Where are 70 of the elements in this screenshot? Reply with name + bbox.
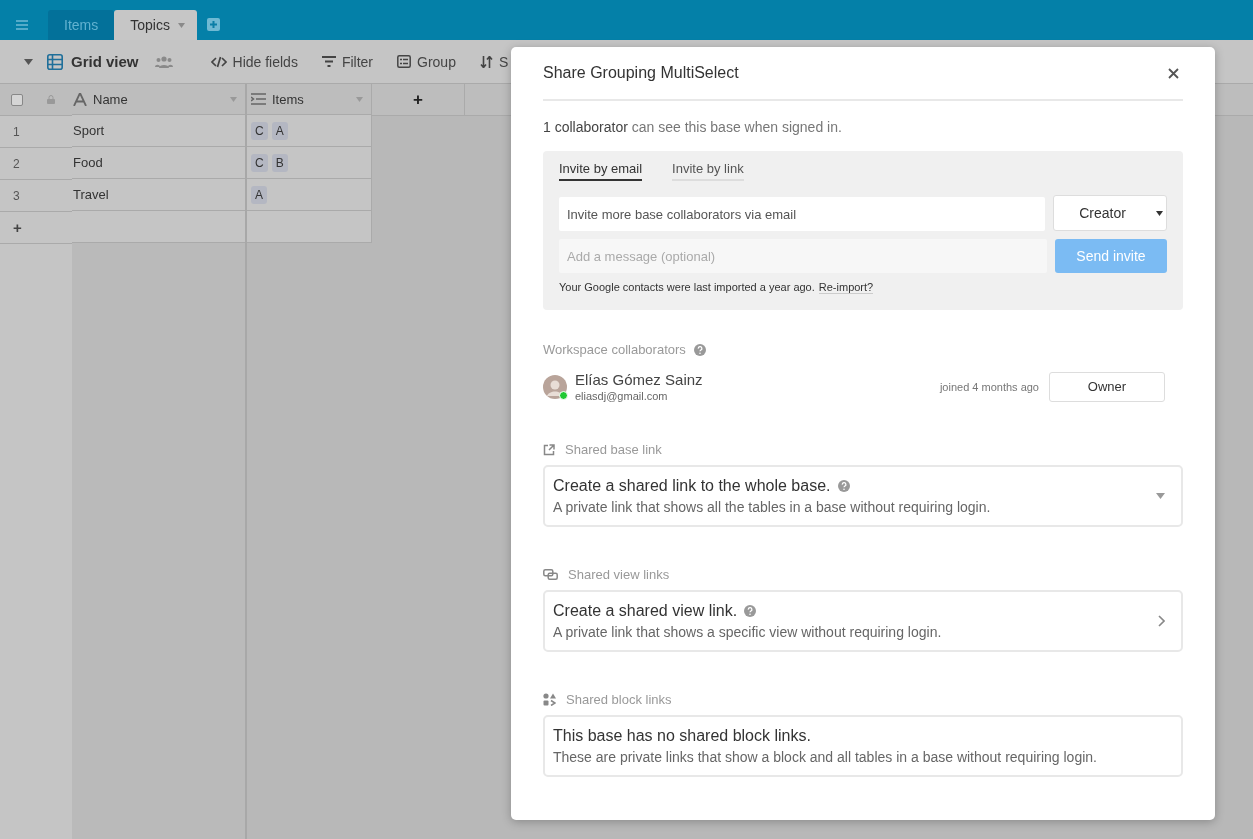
- caret-icon[interactable]: [1156, 493, 1165, 499]
- section-heading: Shared block links: [566, 692, 672, 707]
- external-link-icon: [543, 443, 555, 456]
- caret-icon: [1155, 210, 1163, 216]
- caret-icon[interactable]: [177, 22, 185, 28]
- message-field[interactable]: Add a message (optional): [559, 239, 1047, 273]
- select-all-checkbox[interactable]: [11, 93, 23, 106]
- invite-tab[interactable]: Invite by link: [672, 159, 744, 181]
- toolbar-button[interactable]: Filter: [321, 53, 374, 70]
- card-description: A private link that shows all the tables in a base without requiring login.: [553, 499, 992, 515]
- card-description: A private link that shows a specific view without requiring login.: [553, 624, 943, 640]
- dialog-title: Share Grouping MultiSelect: [543, 64, 739, 82]
- column-header[interactable]: Items: [247, 84, 371, 115]
- column-header[interactable]: Name: [72, 84, 245, 115]
- share-link-card[interactable]: Create a shared view link. A private link that shows a specific view without requiring login.: [543, 590, 1183, 652]
- option-tag: C: [251, 153, 268, 172]
- code-icon: [210, 55, 227, 68]
- table-tab[interactable]: Topics: [114, 10, 197, 40]
- people-icon[interactable]: [154, 55, 173, 68]
- toolbar-button[interactable]: S: [479, 53, 509, 70]
- close-icon[interactable]: [1168, 67, 1179, 79]
- option-tag: A: [251, 185, 267, 204]
- help-icon[interactable]: [837, 480, 850, 492]
- row-number: 3: [13, 188, 20, 203]
- row-number: 1: [13, 124, 20, 139]
- row-number: 2: [13, 156, 20, 171]
- card-description: These are private links that show a block and all tables in a base without requiring login.: [553, 749, 1098, 765]
- option-tag: C: [251, 121, 268, 140]
- view-name[interactable]: Grid view: [71, 53, 139, 70]
- add-field-button[interactable]: +: [413, 89, 423, 110]
- invite-tab[interactable]: Invite by email: [559, 159, 643, 181]
- avatar: [543, 374, 567, 399]
- list-field-icon: [251, 93, 266, 105]
- caret-icon[interactable]: [24, 58, 33, 65]
- add-row-button[interactable]: +: [13, 219, 22, 236]
- collaborator-name: Elías Gómez Sainz: [575, 371, 704, 388]
- help-icon[interactable]: [693, 343, 706, 356]
- lock-icon: [47, 95, 55, 104]
- collaborator-summary: 1 collaborator can see this base when signed in.: [543, 119, 843, 135]
- toolbar-button[interactable]: Group: [397, 53, 456, 70]
- section-heading: Shared view links: [568, 567, 670, 582]
- option-tag: A: [271, 121, 288, 140]
- help-icon[interactable]: [744, 605, 757, 617]
- filter-icon: [321, 56, 336, 67]
- chevron-right-icon[interactable]: [1158, 615, 1165, 627]
- card-title: This base has no shared block links.: [553, 727, 811, 745]
- role-dropdown[interactable]: Creator: [1053, 195, 1167, 231]
- sort-icon: [479, 55, 493, 68]
- table-cell: Food: [72, 147, 245, 179]
- share-link-card[interactable]: Create a shared link to the whole base. A private link that shows all the tables in a base without requiring login.: [543, 465, 1183, 527]
- table-cell: Sport: [72, 115, 245, 147]
- toolbar-button[interactable]: Hide fields: [210, 53, 298, 70]
- add-table-icon[interactable]: [206, 18, 220, 31]
- section-heading: Workspace collaborators: [543, 342, 686, 357]
- text-field-icon: [73, 92, 87, 106]
- email-field[interactable]: Invite more base collaborators via email: [559, 197, 1045, 231]
- blocks-icon: [543, 693, 556, 706]
- table-cell: Travel: [72, 179, 245, 211]
- list-box-icon: [397, 55, 412, 68]
- linked-squares-icon: [543, 569, 558, 580]
- collaborator-email: eliasdj@gmail.com: [575, 390, 669, 402]
- section-heading: Shared base link: [565, 442, 662, 457]
- permission-button[interactable]: Owner: [1049, 371, 1165, 402]
- reimport-link[interactable]: Re-import?: [818, 281, 874, 294]
- card-title: Create a shared link to the whole base.: [553, 477, 831, 495]
- option-tag: B: [271, 153, 288, 172]
- joined-time: joined 4 months ago: [939, 380, 1039, 393]
- grid-icon: [47, 53, 63, 70]
- contacts-note: Your Google contacts were last imported a year ago.: [559, 281, 815, 294]
- card-title: Create a shared view link.: [553, 602, 738, 620]
